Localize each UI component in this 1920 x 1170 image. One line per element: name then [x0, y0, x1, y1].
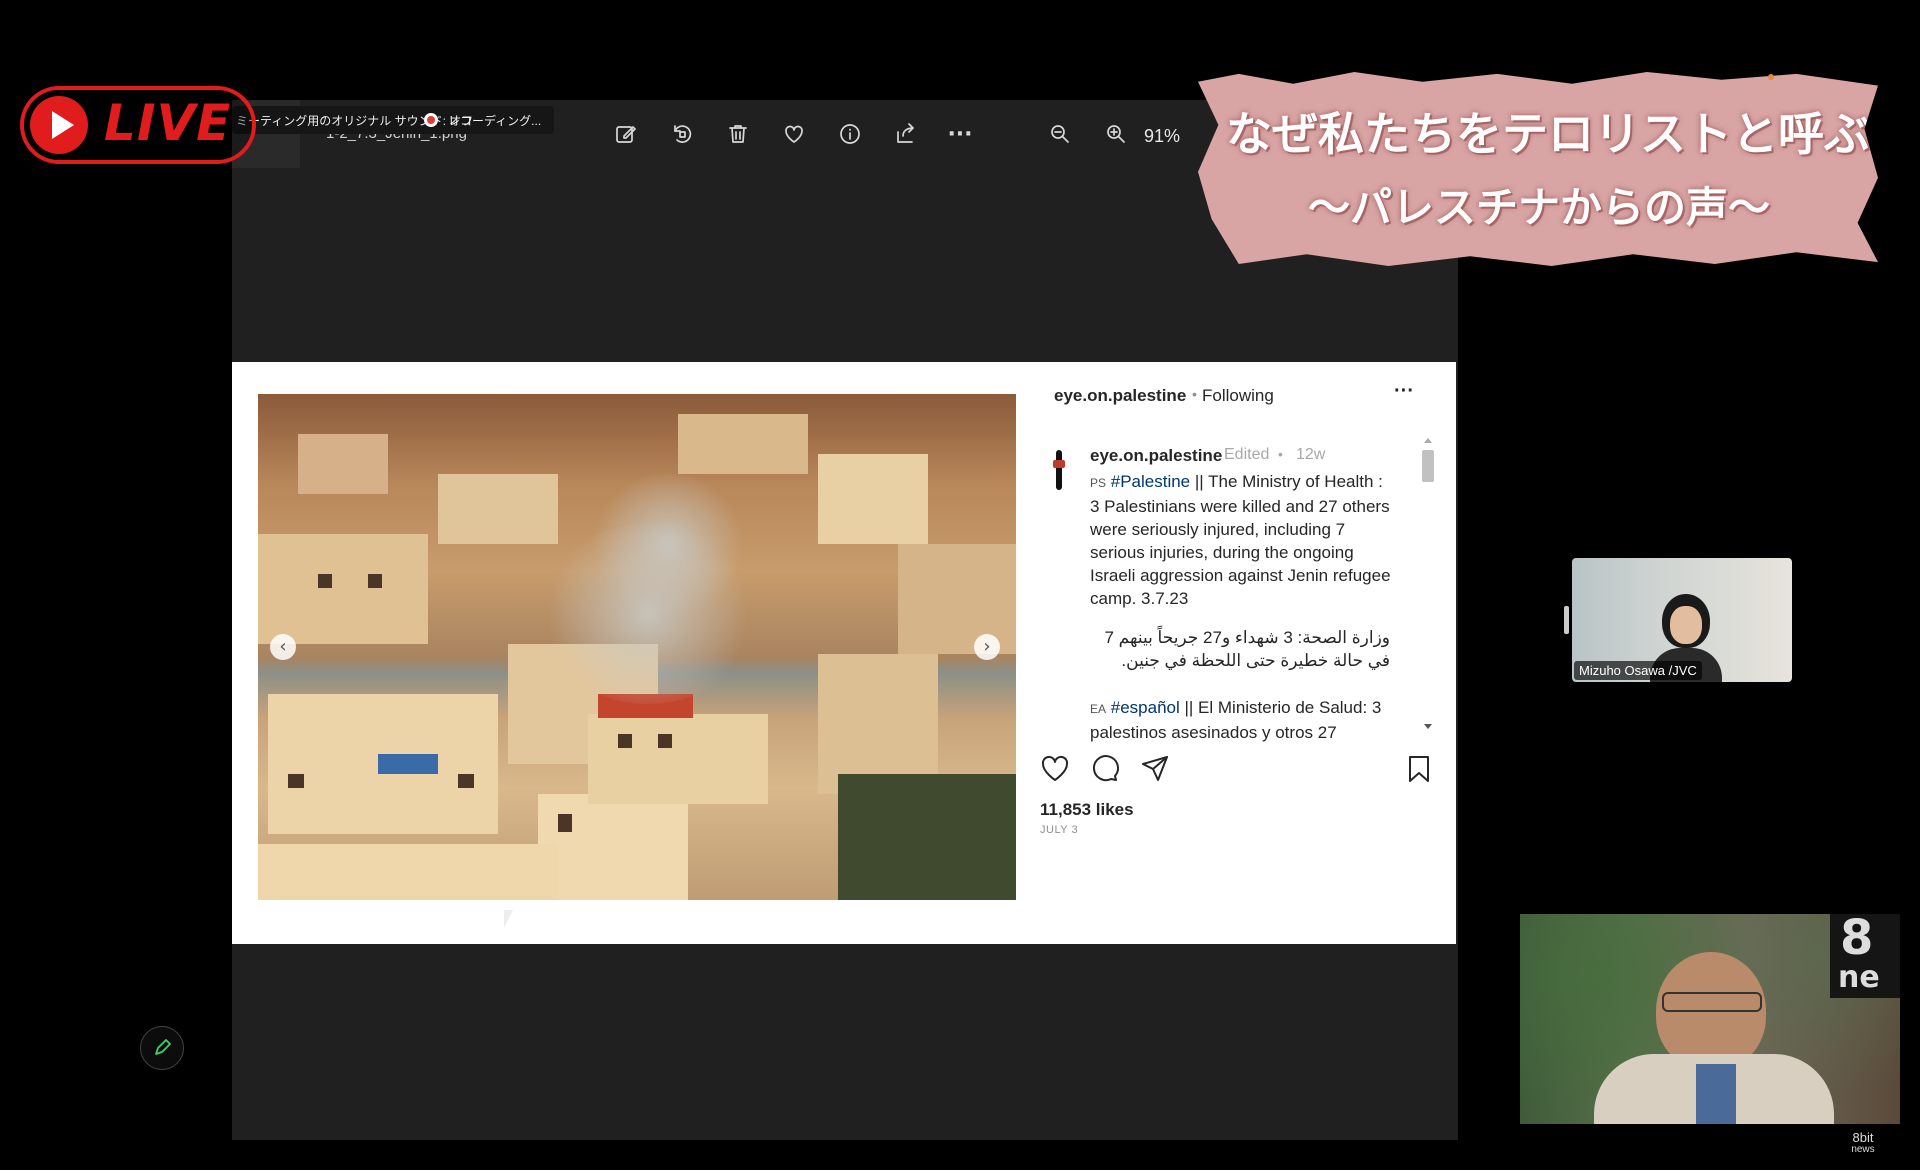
watermark-line1: 8bit	[1852, 1130, 1874, 1145]
caption-line: 3 Palestinians were killed and 27 others	[1090, 497, 1390, 516]
post-author[interactable]: eye.on.palestine	[1054, 386, 1186, 406]
share-icon[interactable]	[886, 114, 926, 154]
favorite-icon[interactable]	[774, 114, 814, 154]
watermark-line2: news	[1851, 1144, 1875, 1155]
live-label: LIVE	[104, 94, 232, 152]
side-logo: 8 ne	[1830, 914, 1900, 998]
caption-arabic: وزارة الصحة: 3 شهداء و27 جريحاً بينهم 7 …	[1090, 626, 1390, 672]
post-photo: ‹ ›	[258, 394, 1016, 900]
record-icon	[424, 113, 438, 127]
avatar[interactable]	[1050, 450, 1068, 490]
play-icon	[30, 96, 88, 154]
edited-label: Edited	[1224, 446, 1270, 463]
pen-annotation-button[interactable]	[140, 1026, 184, 1070]
host-collar	[1696, 1064, 1736, 1124]
title-banner: なぜ私たちをテロリストと呼ぶ？ 〜パレスチナからの声〜	[1198, 71, 1878, 266]
scroll-down-arrow[interactable]	[1424, 724, 1432, 729]
side-logo-text: ne	[1838, 960, 1880, 995]
hashtag-espanol[interactable]: #español	[1111, 698, 1180, 717]
banner-title: なぜ私たちをテロリストと呼ぶ？	[1226, 107, 1916, 161]
caption-spanish: EA #español || El Ministerio de Salud: 3…	[1090, 696, 1420, 742]
likes-count[interactable]: 11,853 likes	[1040, 800, 1134, 820]
caption-english: PS #Palestine || The Ministry of Health …	[1090, 470, 1420, 610]
live-badge: LIVE	[20, 86, 256, 164]
caption-line: || El Ministerio de Salud: 3	[1179, 698, 1382, 717]
pen-icon	[155, 1039, 171, 1055]
zoom-level: 91%	[1144, 126, 1181, 146]
post-age: 12w	[1296, 446, 1326, 463]
save-bookmark-icon[interactable]	[1404, 754, 1434, 788]
more-icon[interactable]: ···	[940, 114, 980, 154]
caption-line: palestinos asesinados y otros 27	[1090, 723, 1337, 742]
participant-name: Mizuho Osawa /JVC	[1574, 661, 1702, 680]
rotate-icon[interactable]	[662, 114, 702, 154]
carousel-prev-button[interactable]: ‹	[270, 634, 296, 660]
hashtag-palestine[interactable]: #Palestine	[1111, 472, 1190, 491]
panel-resize-handle[interactable]	[1564, 606, 1569, 634]
mouse-cursor-icon	[504, 910, 513, 928]
caption-line: || The Ministry of Health :	[1190, 472, 1383, 491]
caption-line: serious injuries, during the ongoing	[1090, 543, 1354, 562]
side-logo-digit: 8	[1840, 914, 1874, 966]
caption-separator: •	[1278, 446, 1283, 462]
share-send-icon[interactable]	[1140, 754, 1170, 788]
participant-video-tile[interactable]: Mizuho Osawa /JVC	[1572, 558, 1792, 682]
host-video-tile[interactable]: 8 ne	[1520, 914, 1900, 1124]
edit-icon[interactable]	[606, 114, 646, 154]
recording-status-bar: ミーティング用のオリジナル サウンド: オフ レコーディング...	[232, 106, 554, 134]
banner-subtitle: 〜パレスチナからの声〜	[1308, 183, 1771, 232]
post-options-icon[interactable]: ···	[1394, 380, 1414, 403]
carousel-next-button[interactable]: ›	[974, 634, 1000, 660]
recording-label: レコーディング...	[448, 114, 542, 128]
channel-watermark: 8bit news	[1846, 1130, 1880, 1160]
caption-line: في حالة خطيرة حتى اللحظة في جنين.	[1121, 651, 1390, 670]
caption-line: camp. 3.7.23	[1090, 589, 1189, 608]
delete-icon[interactable]	[718, 114, 758, 154]
caption-line: were seriously injured, including 7	[1090, 520, 1346, 539]
instagram-post-card: ‹ › eye.on.palestine • Following ··· eye…	[232, 362, 1456, 944]
like-heart-icon[interactable]	[1040, 754, 1070, 788]
zoom-in-icon[interactable]	[1096, 114, 1136, 154]
caption-line: Israeli aggression against Jenin refugee	[1090, 566, 1391, 585]
info-icon[interactable]	[830, 114, 870, 154]
ps-flag-label: PS	[1090, 476, 1107, 490]
caption-scrollbar-thumb[interactable]	[1422, 450, 1434, 482]
comment-icon[interactable]	[1090, 754, 1120, 788]
orange-dot	[1768, 74, 1774, 80]
ea-flag-label: EA	[1090, 702, 1107, 716]
scroll-up-arrow[interactable]	[1424, 438, 1432, 443]
post-date: JULY 3	[1040, 824, 1079, 836]
zoom-out-icon[interactable]	[1040, 114, 1080, 154]
following-button[interactable]: Following	[1202, 386, 1274, 406]
glasses	[1662, 992, 1762, 1012]
caption-author[interactable]: eye.on.palestine	[1090, 446, 1222, 466]
header-separator: •	[1192, 386, 1197, 402]
caption-line: وزارة الصحة: 3 شهداء و27 جريحاً بينهم 7	[1104, 628, 1390, 647]
